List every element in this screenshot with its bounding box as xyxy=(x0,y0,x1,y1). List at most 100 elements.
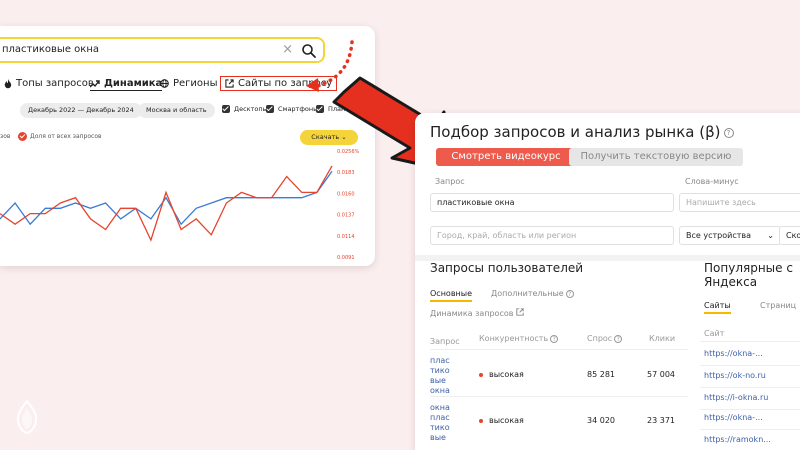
trend-icon xyxy=(90,79,100,87)
globe-icon xyxy=(160,79,169,88)
query-label: Запрос xyxy=(435,177,465,186)
text-version-button[interactable]: Получить текстовую версию xyxy=(569,148,743,166)
smartphones-checkbox[interactable]: Смартфоны xyxy=(266,105,318,113)
y-tick-label: 0.0183 xyxy=(337,170,355,176)
tab-sites-by-query[interactable]: Сайты по запросу xyxy=(220,76,338,91)
site-link[interactable]: https://okna-... xyxy=(704,413,763,422)
demand-cell: 34 020 xyxy=(587,416,615,425)
region-selector[interactable]: Москва и область xyxy=(138,103,215,118)
checkbox-icon xyxy=(316,105,324,113)
dynamics-card: пластиковые окна × Топы запросов Динамик… xyxy=(0,26,375,266)
download-button[interactable]: Скачать ⌄ xyxy=(300,130,358,145)
popular-sites-title: Популярные с Яндекса xyxy=(704,261,793,289)
demand-cell: 85 281 xyxy=(587,370,615,379)
watch-course-button[interactable]: Смотреть видеокурс xyxy=(436,148,576,166)
col-clicks-header[interactable]: Клики xyxy=(649,334,675,343)
tab-dynamics-label: Динамика xyxy=(104,78,163,89)
table-divider xyxy=(700,365,800,366)
query-text: вые xyxy=(430,376,446,385)
table-row-query[interactable]: плас тико вые окна xyxy=(430,356,460,396)
query-text: плас xyxy=(430,356,450,365)
series-line-0 xyxy=(0,170,333,226)
col-demand-header[interactable]: Спрос? xyxy=(587,334,623,343)
col-competition-header[interactable]: Конкурентность? xyxy=(479,334,559,343)
fire-icon xyxy=(4,78,12,88)
table-divider xyxy=(430,349,688,350)
clicks-cell: 23 371 xyxy=(647,416,675,425)
checkbox-icon xyxy=(222,105,230,113)
help-icon[interactable]: ? xyxy=(723,128,734,138)
table-divider xyxy=(700,341,800,342)
desktop-checkbox[interactable]: Десктопы xyxy=(222,105,268,113)
query-selection-card: Подбор запросов и анализ рынка (β)? Смот… xyxy=(415,113,800,450)
col-clicks-label: Клики xyxy=(649,334,676,343)
tab-top-queries-label: Топы запросов xyxy=(16,78,94,89)
site-link[interactable]: https://ramokn... xyxy=(704,435,771,444)
site-link[interactable]: https://ok-no.ru xyxy=(704,371,766,380)
legend-red-label: Доля от всех запросов xyxy=(30,133,102,140)
tab-dynamics[interactable]: Динамика xyxy=(90,78,163,91)
tab-regions-label: Регионы xyxy=(173,78,218,89)
col-site-header: Сайт xyxy=(704,329,725,338)
popular-title-line: Популярные с xyxy=(704,261,793,275)
col-query-header: Запрос xyxy=(430,337,460,346)
search-icon[interactable] xyxy=(301,43,317,59)
y-tick-label: 0.0256% xyxy=(337,149,359,155)
competition-value: высокая xyxy=(489,370,524,379)
tab-regions[interactable]: Регионы xyxy=(160,78,218,89)
checkbox-icon xyxy=(266,105,274,113)
period-selector[interactable]: Декабрь 2022 — Декабрь 2024 xyxy=(20,103,142,118)
query-input[interactable]: пластиковые окна xyxy=(430,193,674,212)
site-link[interactable]: https://okna-... xyxy=(704,349,763,358)
help-icon[interactable]: ? xyxy=(565,290,574,298)
query-text: окна xyxy=(430,386,450,395)
page-title-text: Подбор запросов и анализ рынка (β) xyxy=(430,123,721,141)
query-text: окна xyxy=(430,403,450,412)
tab-additional[interactable]: Дополнительные? xyxy=(491,289,574,298)
help-icon[interactable]: ? xyxy=(614,335,623,343)
table-row-query[interactable]: окна плас тико вые xyxy=(430,403,460,443)
tab-sites-label: Сайты по запросу xyxy=(238,78,333,89)
region-input[interactable]: Город, край, область или регион xyxy=(430,226,674,245)
legend-red-check-icon[interactable] xyxy=(18,132,27,141)
query-text: плас xyxy=(430,413,450,422)
table-divider xyxy=(700,429,800,430)
devices-select[interactable]: Все устройства ⌄ xyxy=(679,226,781,245)
logo-icon xyxy=(16,400,38,434)
site-link[interactable]: https://i-okna.ru xyxy=(704,393,768,402)
tab-additional-label: Дополнительные xyxy=(491,289,564,298)
desktop-label: Десктопы xyxy=(234,105,268,113)
y-tick-label: 0.0160 xyxy=(337,191,355,197)
download-label: Скачать xyxy=(311,133,340,141)
competition-cell: высокая xyxy=(479,416,524,425)
dynamics-chart: 0.0256% 0.0183 0.0160 0.0137 0.0114 0.0091 xyxy=(0,149,359,261)
tab-sites[interactable]: Сайты xyxy=(704,301,731,314)
extra-select[interactable]: Ско xyxy=(779,226,800,245)
minus-words-input[interactable]: Напишите здесь xyxy=(679,193,800,212)
query-panel: Подбор запросов и анализ рынка (β)? Смот… xyxy=(415,113,800,253)
page-title: Подбор запросов и анализ рынка (β)? xyxy=(430,123,734,141)
tab-main[interactable]: Основные xyxy=(430,289,473,302)
clicks-cell: 57 004 xyxy=(647,370,675,379)
devices-value: Все устройства xyxy=(686,231,751,240)
col-competition-label: Конкурентность xyxy=(479,334,549,343)
tab-top-queries[interactable]: Топы запросов xyxy=(4,78,94,89)
query-text: вые xyxy=(430,433,446,442)
clear-icon[interactable]: × xyxy=(282,42,293,57)
tablets-checkbox[interactable]: Планш xyxy=(316,105,351,113)
search-bar[interactable]: пластиковые окна × xyxy=(0,37,325,63)
smartphones-label: Смартфоны xyxy=(278,105,319,113)
users-queries-title: Запросы пользователей xyxy=(430,261,584,275)
high-level-dot-icon xyxy=(479,372,483,377)
tab-pages[interactable]: Страниц xyxy=(760,301,796,310)
y-tick-label: 0.0091 xyxy=(337,255,355,261)
query-text: тико xyxy=(430,423,450,432)
y-tick-label: 0.0114 xyxy=(337,234,355,240)
help-icon[interactable]: ? xyxy=(550,335,559,343)
minus-words-label: Слова-минус xyxy=(685,177,739,186)
table-divider xyxy=(700,387,800,388)
dynamics-link-label: Динамика запросов xyxy=(430,309,514,318)
external-link-icon xyxy=(516,308,524,316)
dynamics-link[interactable]: Динамика запросов xyxy=(430,308,524,318)
search-input[interactable]: пластиковые окна xyxy=(2,44,99,55)
